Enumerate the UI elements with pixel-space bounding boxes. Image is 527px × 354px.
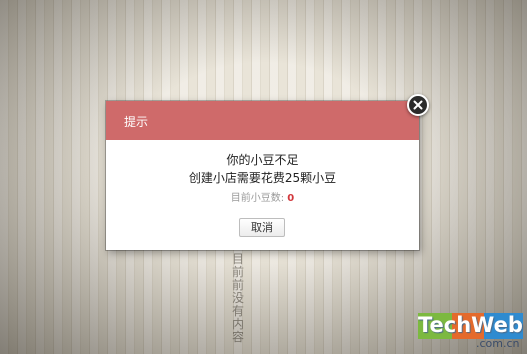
bean-count-value: 0 [287,193,295,204]
close-button[interactable] [407,94,429,116]
bean-count: 目前小豆数: 0 [106,189,419,204]
watermark-brand: TechWeb [418,313,523,337]
cancel-button[interactable]: 取消 [239,218,285,237]
message-line-1: 你的小豆不足 [226,153,299,167]
watermark-domain: .com.cn [476,337,520,350]
insufficient-beans-dialog: 提示 你的小豆不足 创建小店需要花费25颗小豆 目前小豆数: 0 取消 [106,101,419,250]
empty-content-text: 目前前没有内容 [231,252,244,344]
dialog-title: 提示 [124,115,149,129]
message-line-2: 创建小店需要花费25颗小豆 [188,171,337,185]
bean-count-label: 目前小豆数: [230,193,285,204]
techweb-watermark: TechWeb .com.cn [418,313,523,351]
close-icon [413,100,423,110]
dialog-header: 提示 [106,101,419,140]
